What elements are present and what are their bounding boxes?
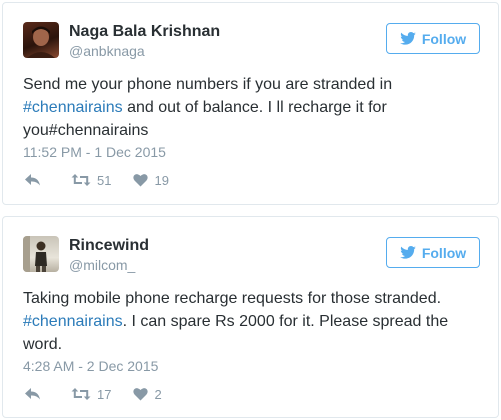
like-count: 2 (154, 386, 162, 402)
retweet-icon (71, 173, 91, 187)
retweet-count: 17 (97, 386, 112, 402)
retweet-button[interactable]: 17 (71, 387, 111, 402)
avatar[interactable] (23, 22, 59, 58)
hashtag-link[interactable]: #chennairains (23, 99, 123, 116)
like-count: 19 (154, 172, 169, 188)
hashtag-link[interactable]: #chennairains (23, 313, 123, 330)
retweet-count: 51 (97, 172, 112, 188)
twitter-bird-icon (400, 32, 416, 45)
tweet-timestamp[interactable]: 4:28 AM - 2 Dec 2015 (23, 358, 158, 374)
twitter-bird-icon (400, 246, 416, 259)
follow-button[interactable]: Follow (386, 23, 480, 54)
retweet-button[interactable]: 51 (71, 173, 111, 188)
follow-label: Follow (421, 244, 467, 261)
tweet-text: Taking mobile phone recharge requests fo… (23, 287, 483, 356)
reply-button[interactable] (24, 387, 41, 401)
tweet-text-part: Send me your phone numbers if you are st… (23, 76, 393, 93)
author-handle[interactable]: @anbknaga (69, 43, 145, 59)
follow-button[interactable]: Follow (386, 237, 480, 268)
retweet-icon (71, 387, 91, 401)
reply-button[interactable] (24, 173, 41, 187)
tweet-card: Naga Bala Krishnan @anbknaga Follow Send… (2, 2, 499, 205)
reply-icon (24, 387, 41, 401)
tweet-text: Send me your phone numbers if you are st… (23, 73, 483, 142)
like-button[interactable]: 19 (133, 172, 169, 188)
tweet-timestamp[interactable]: 11:52 PM - 1 Dec 2015 (23, 144, 166, 160)
tweet-card: Rincewind @milcom_ Follow Taking mobile … (2, 216, 499, 418)
reply-icon (24, 173, 41, 187)
author-name[interactable]: Naga Bala Krishnan (69, 23, 220, 41)
tweet-actions: 51 19 (24, 171, 169, 189)
heart-icon (133, 387, 149, 401)
avatar[interactable] (23, 236, 59, 272)
follow-label: Follow (421, 30, 467, 47)
author-name[interactable]: Rincewind (69, 237, 149, 255)
tweet-text-part: Taking mobile phone recharge requests fo… (23, 290, 442, 307)
author-handle[interactable]: @milcom_ (69, 257, 135, 273)
heart-icon (133, 173, 149, 187)
tweet-actions: 17 2 (24, 385, 162, 403)
like-button[interactable]: 2 (133, 386, 162, 402)
